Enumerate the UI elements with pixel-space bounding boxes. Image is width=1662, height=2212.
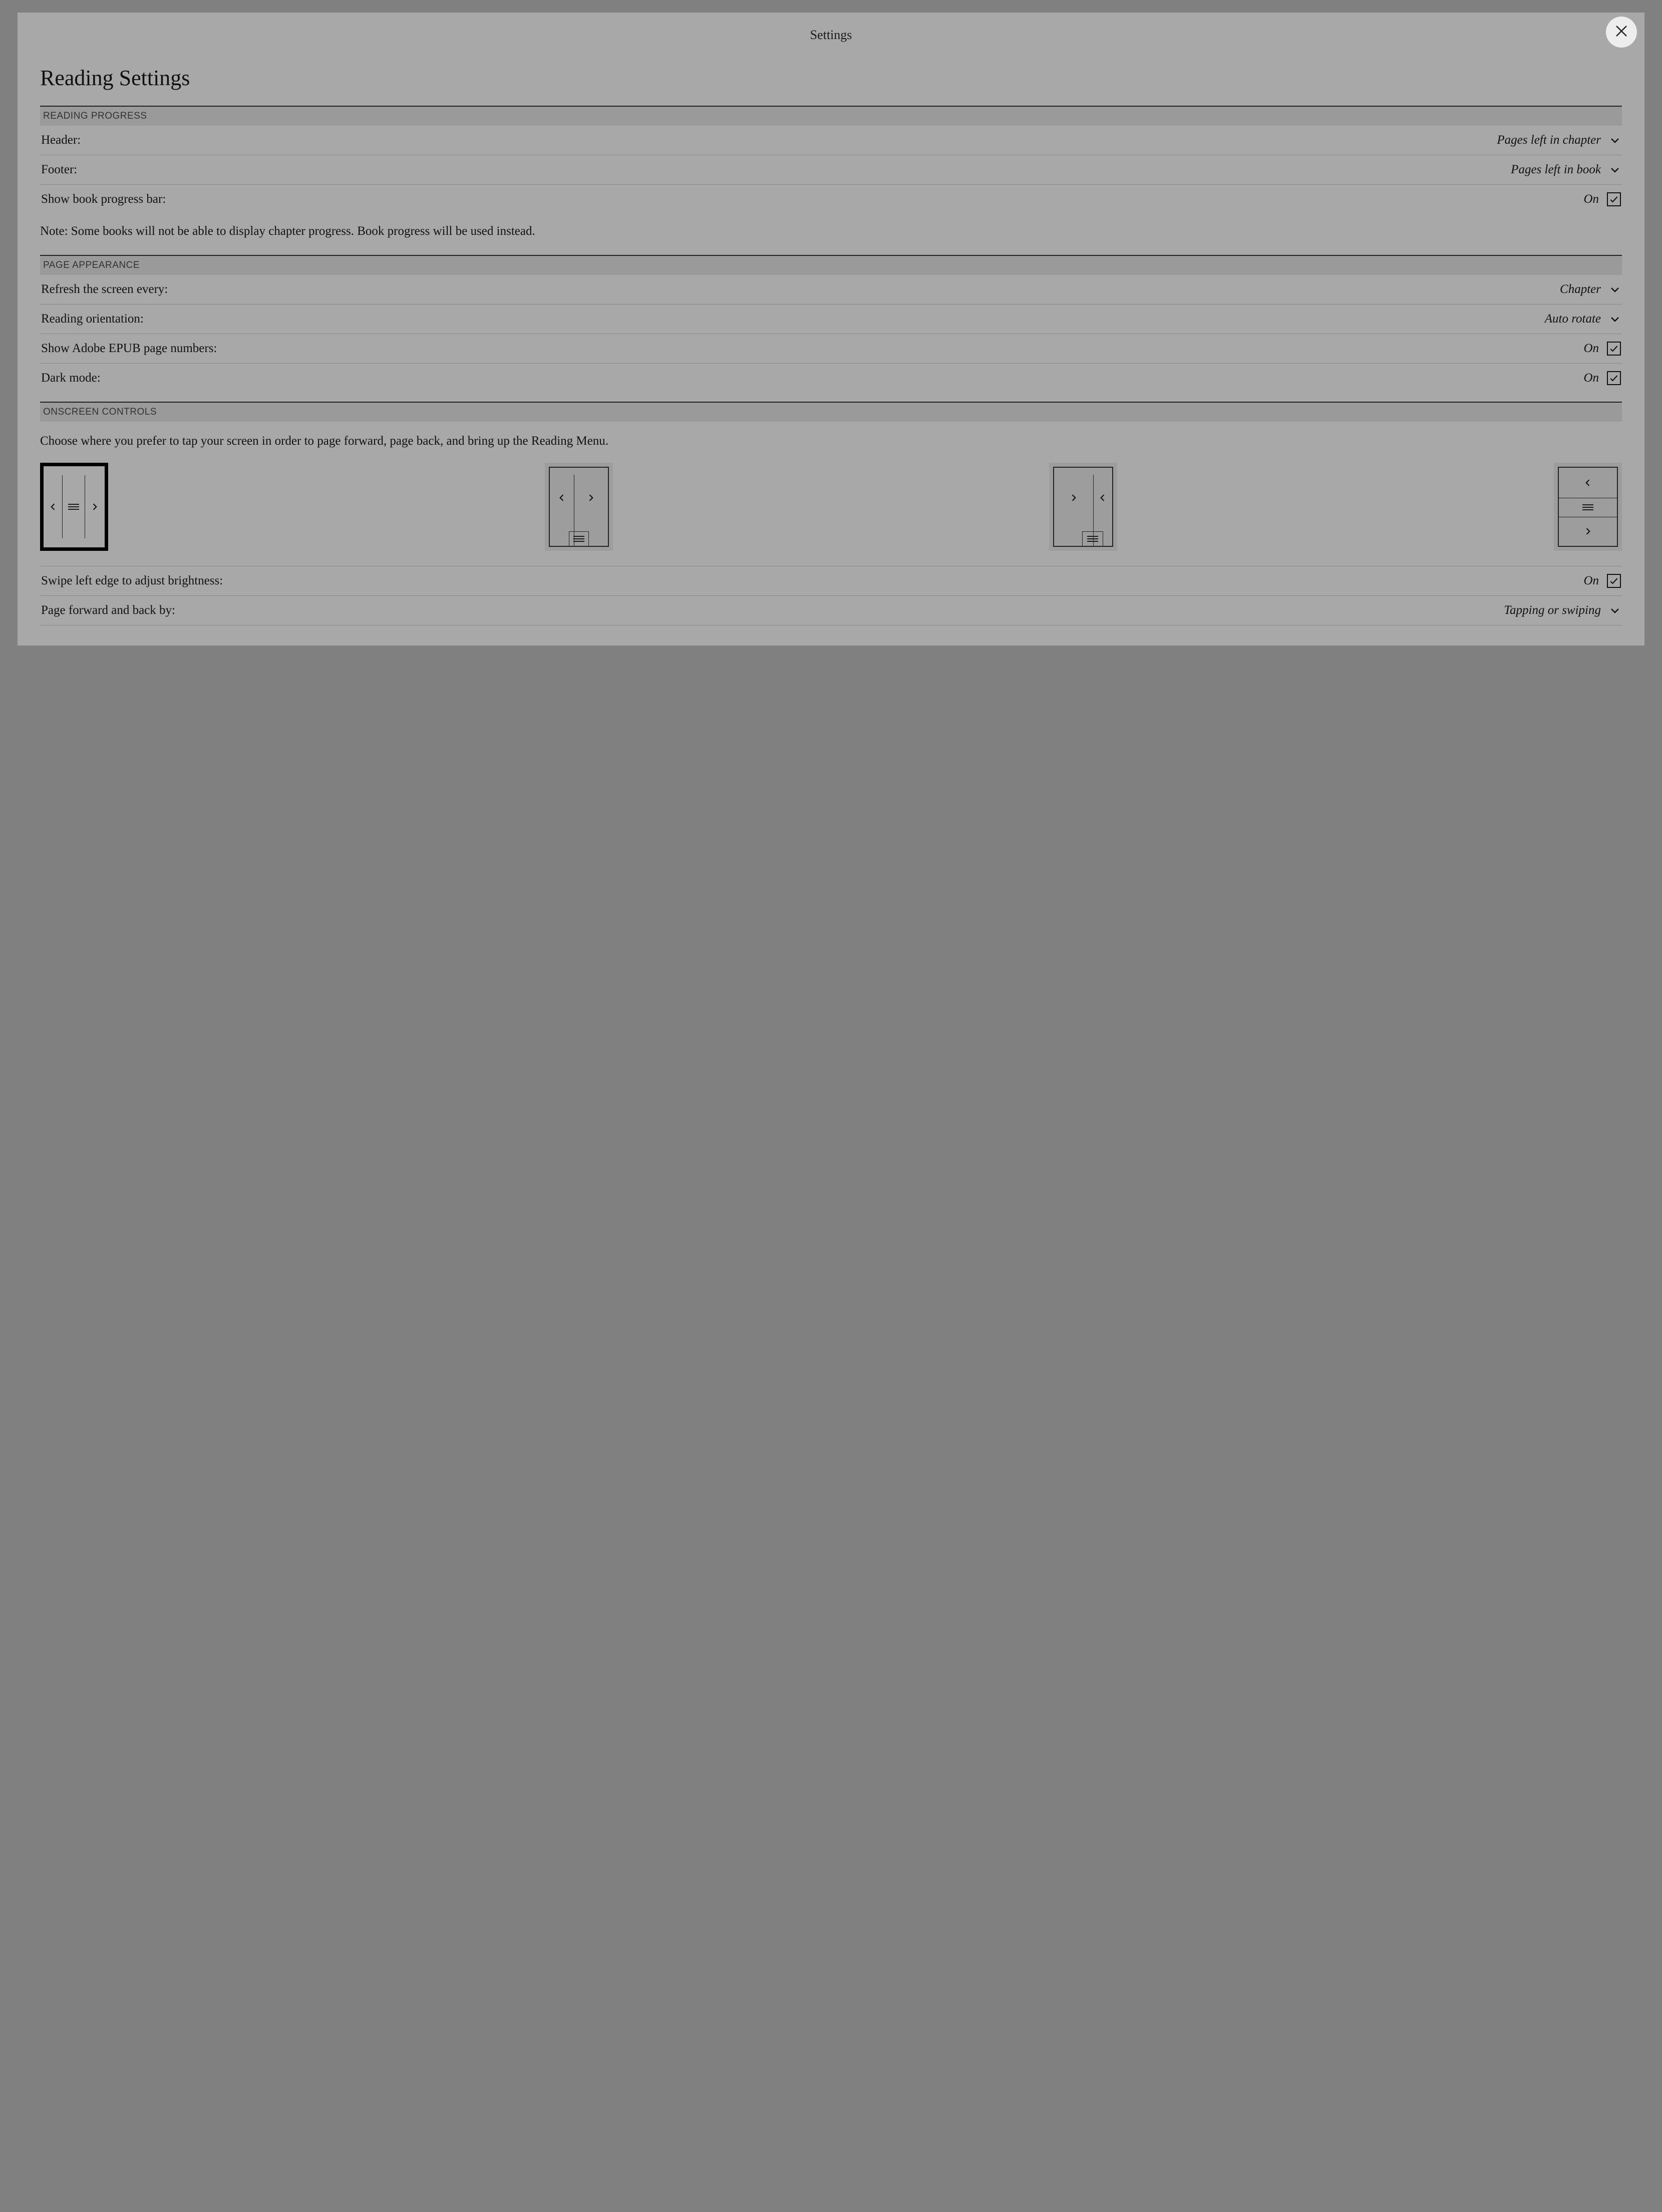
- menu-icon: [62, 466, 85, 547]
- page-forward-back-row[interactable]: Page forward and back by: Tapping or swi…: [40, 596, 1622, 625]
- chevron-left-icon: [550, 468, 574, 528]
- chevron-right-icon: [85, 466, 105, 547]
- row-value: On: [1583, 342, 1599, 356]
- section-header-onscreen-controls: ONSCREEN CONTROLS: [40, 402, 1622, 422]
- brightness-swipe-row[interactable]: Swipe left edge to adjust brightness: On: [40, 566, 1622, 596]
- chevron-right-icon: [1559, 517, 1617, 546]
- checkbox-checked-icon[interactable]: [1607, 574, 1621, 588]
- row-value: On: [1583, 192, 1599, 206]
- row-value: On: [1583, 371, 1599, 385]
- chevron-down-icon: [1609, 604, 1621, 616]
- layout-option-4[interactable]: [1554, 463, 1622, 551]
- layout-options: [40, 461, 1622, 566]
- page-title: Reading Settings: [40, 65, 1622, 91]
- menu-icon: [1087, 536, 1098, 542]
- close-icon: [1614, 24, 1629, 41]
- row-label: Show book progress bar:: [41, 192, 166, 206]
- dark-mode-row[interactable]: Dark mode: On: [40, 364, 1622, 393]
- adobe-epub-row[interactable]: Show Adobe EPUB page numbers: On: [40, 334, 1622, 364]
- chevron-right-icon: [1054, 468, 1093, 528]
- layout-option-3[interactable]: [1049, 463, 1117, 551]
- chevron-down-icon: [1609, 283, 1621, 295]
- chevron-right-icon: [574, 468, 608, 528]
- row-label: Header:: [41, 133, 81, 147]
- checkbox-checked-icon[interactable]: [1607, 192, 1621, 206]
- progress-bar-row[interactable]: Show book progress bar: On: [40, 185, 1622, 214]
- checkbox-checked-icon[interactable]: [1607, 371, 1621, 385]
- row-label: Reading orientation:: [41, 312, 144, 326]
- row-label: Refresh the screen every:: [41, 282, 168, 296]
- orientation-row[interactable]: Reading orientation: Auto rotate: [40, 304, 1622, 334]
- row-value: Pages left in book: [1511, 163, 1601, 177]
- chevron-left-icon: [1559, 468, 1617, 498]
- chevron-down-icon: [1609, 313, 1621, 325]
- row-value: Pages left in chapter: [1497, 133, 1601, 147]
- menu-region: [569, 531, 589, 546]
- row-label: Dark mode:: [41, 371, 101, 385]
- row-value: On: [1583, 574, 1599, 588]
- refresh-row[interactable]: Refresh the screen every: Chapter: [40, 275, 1622, 304]
- checkbox-checked-icon[interactable]: [1607, 342, 1621, 356]
- chevron-down-icon: [1609, 164, 1621, 176]
- close-button[interactable]: [1606, 17, 1637, 48]
- chevron-left-icon: [44, 466, 62, 547]
- row-label: Show Adobe EPUB page numbers:: [41, 342, 217, 356]
- row-value: Chapter: [1560, 282, 1601, 296]
- onscreen-description: Choose where you prefer to tap your scre…: [40, 422, 1622, 461]
- row-value: Auto rotate: [1545, 312, 1601, 326]
- menu-region: [1082, 531, 1103, 546]
- layout-option-2[interactable]: [545, 463, 613, 551]
- chevron-left-icon: [1093, 468, 1112, 528]
- chevron-down-icon: [1609, 134, 1621, 146]
- row-label: Swipe left edge to adjust brightness:: [41, 574, 223, 588]
- footer-setting-row[interactable]: Footer: Pages left in book: [40, 155, 1622, 185]
- menu-icon: [1559, 498, 1617, 517]
- section-header-page-appearance: PAGE APPEARANCE: [40, 255, 1622, 275]
- row-label: Page forward and back by:: [41, 603, 175, 617]
- layout-option-1[interactable]: [40, 463, 108, 551]
- top-bar: Settings: [18, 13, 1644, 53]
- settings-panel: Settings Reading Settings READING PROGRE…: [18, 13, 1644, 646]
- progress-note: Note: Some books will not be able to dis…: [40, 214, 1622, 255]
- menu-icon: [573, 536, 584, 542]
- row-value: Tapping or swiping: [1504, 603, 1601, 617]
- header-setting-row[interactable]: Header: Pages left in chapter: [40, 126, 1622, 155]
- modal-title: Settings: [810, 28, 852, 42]
- section-header-reading-progress: READING PROGRESS: [40, 106, 1622, 126]
- row-label: Footer:: [41, 163, 77, 177]
